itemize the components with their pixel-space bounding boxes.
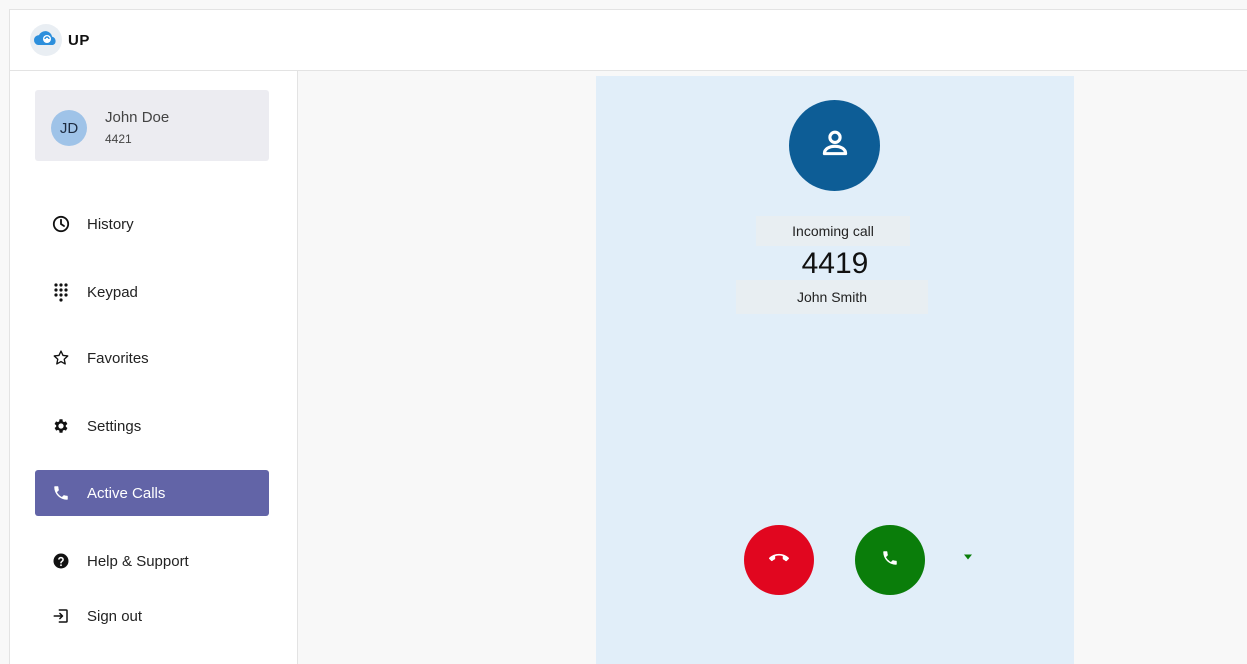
app-logo-text: UP bbox=[68, 31, 90, 49]
sidebar-item-favorites[interactable]: Favorites bbox=[35, 335, 269, 381]
sidebar-item-keypad[interactable]: Keypad bbox=[35, 269, 269, 315]
star-icon bbox=[51, 348, 71, 368]
phone-icon bbox=[51, 483, 71, 503]
sidebar-item-label: History bbox=[87, 215, 134, 233]
sidebar-item-label: Favorites bbox=[87, 349, 149, 367]
sidebar-item-label: Active Calls bbox=[87, 484, 166, 502]
caret-down-icon bbox=[963, 548, 973, 566]
user-extension: 4421 bbox=[105, 132, 132, 146]
person-icon bbox=[818, 126, 852, 165]
answer-options-dropdown[interactable] bbox=[961, 550, 975, 564]
sidebar-item-history[interactable]: History bbox=[35, 201, 269, 247]
call-status-label: Incoming call bbox=[756, 216, 910, 246]
sidebar-item-label: Help & Support bbox=[87, 552, 189, 570]
caller-number: 4419 bbox=[801, 247, 869, 280]
phone-icon bbox=[881, 549, 899, 572]
sign-out-icon bbox=[51, 606, 71, 626]
sidebar-item-label: Sign out bbox=[87, 607, 143, 625]
gear-icon bbox=[51, 416, 71, 436]
incoming-call-panel: Incoming call 4419 John Smith bbox=[596, 76, 1074, 664]
sidebar-item-sign-out[interactable]: Sign out bbox=[35, 593, 269, 639]
help-icon bbox=[51, 551, 71, 571]
caller-name: John Smith bbox=[736, 280, 928, 314]
sidebar: JD John Doe 4421 History Keypad Favorite… bbox=[9, 71, 298, 664]
user-name: John Doe bbox=[105, 109, 170, 126]
hang-up-icon bbox=[769, 548, 789, 573]
cloud-logo-icon bbox=[28, 22, 64, 58]
clock-icon bbox=[51, 214, 71, 234]
user-card[interactable]: JD John Doe 4421 bbox=[35, 90, 269, 161]
sidebar-item-help-support[interactable]: Help & Support bbox=[35, 538, 269, 584]
keypad-icon bbox=[51, 282, 71, 302]
decline-call-button[interactable] bbox=[744, 525, 814, 595]
accept-call-button[interactable] bbox=[855, 525, 925, 595]
sidebar-item-active-calls[interactable]: Active Calls bbox=[35, 470, 269, 516]
avatar: JD bbox=[51, 110, 87, 146]
sidebar-item-label: Settings bbox=[87, 417, 142, 435]
sidebar-item-label: Keypad bbox=[87, 283, 138, 301]
top-bar: UP bbox=[9, 9, 1247, 71]
caller-avatar bbox=[789, 100, 880, 191]
sidebar-item-settings[interactable]: Settings bbox=[35, 403, 269, 449]
